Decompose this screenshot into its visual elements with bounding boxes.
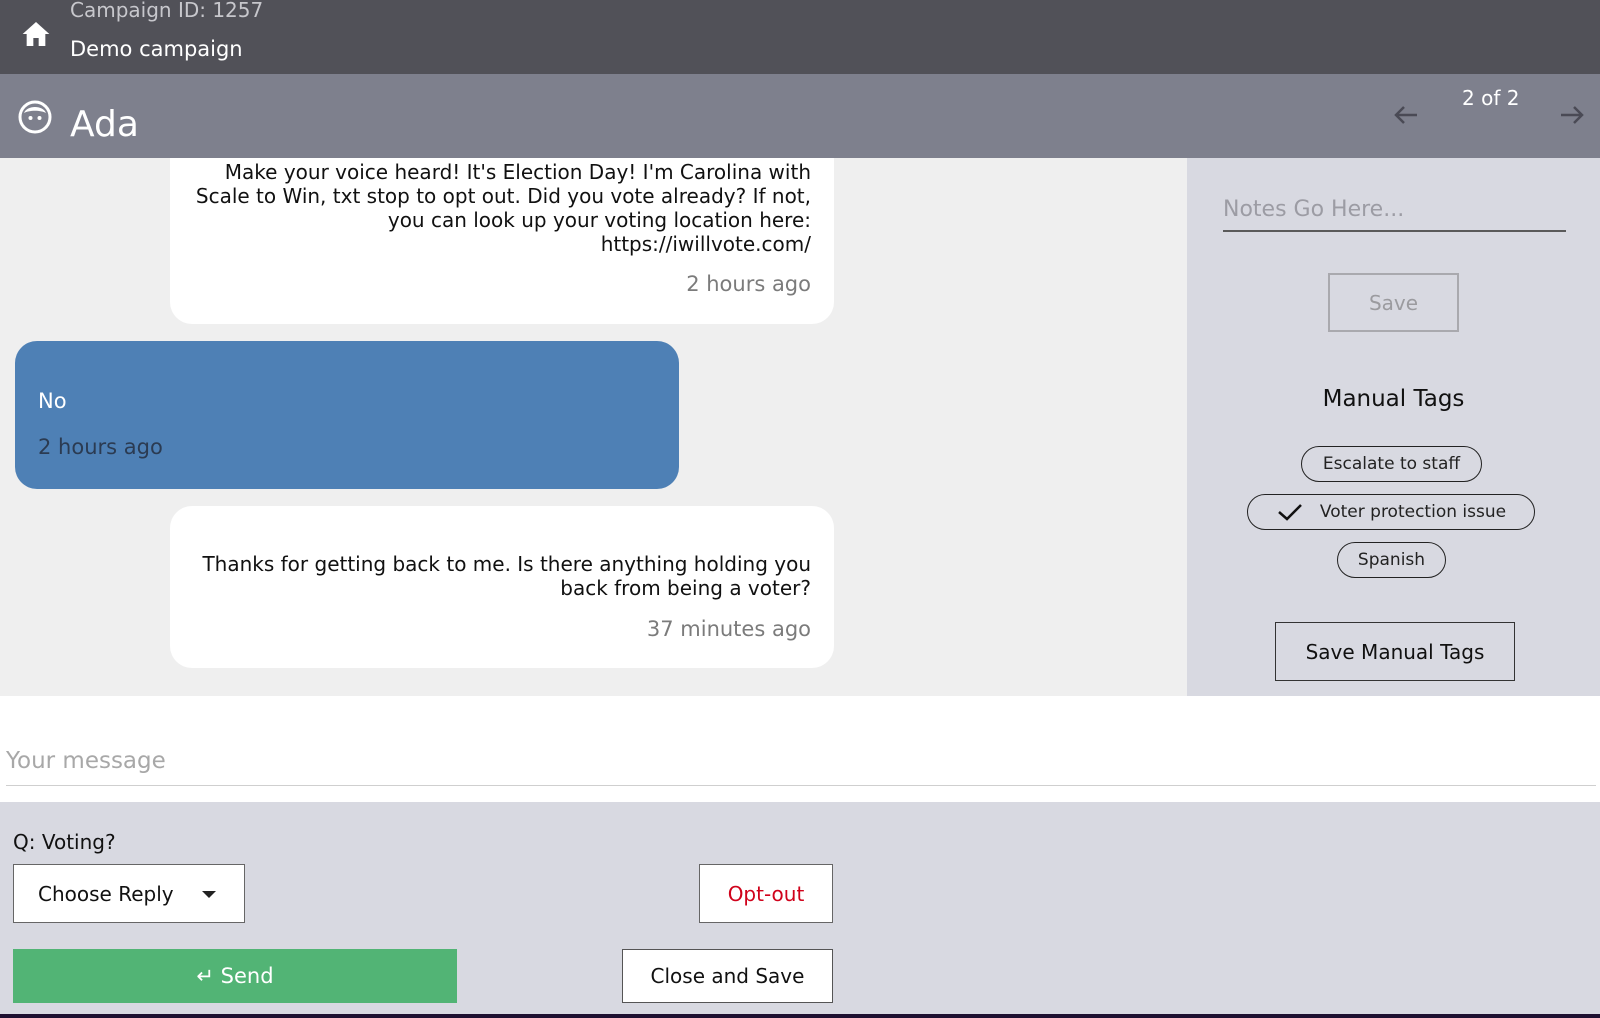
next-arrow-icon[interactable] — [1555, 98, 1589, 132]
message-thread: Make your voice heard! It's Election Day… — [0, 158, 1187, 696]
message-text-line: Make your voice heard! It's Election Day… — [224, 160, 811, 184]
caret-down-icon — [202, 891, 216, 898]
message-timestamp: 2 hours ago — [686, 272, 811, 296]
message-text-line: https://iwillvote.com/ — [600, 232, 811, 256]
message-text-line: Thanks for getting back to me. Is there … — [202, 552, 811, 576]
message-text: No — [38, 389, 67, 413]
message-composer — [0, 696, 1600, 802]
choose-reply-label: Choose Reply — [38, 881, 174, 906]
contact-name: Ada — [70, 104, 139, 145]
notes-input[interactable] — [1223, 188, 1566, 232]
opt-out-button[interactable]: Opt-out — [699, 864, 833, 923]
message-text-line: back from being a voter? — [560, 576, 811, 600]
outgoing-message: Make your voice heard! It's Election Day… — [170, 158, 834, 324]
tag-chip-voter-protection-issue[interactable]: Voter protection issue — [1247, 494, 1535, 530]
tag-label: Escalate to staff — [1322, 453, 1461, 474]
tag-chip-escalate-to-staff[interactable]: Escalate to staff — [1301, 446, 1482, 482]
outgoing-message: Thanks for getting back to me. Is there … — [170, 506, 834, 668]
conversation-pager: 2 of 2 — [1462, 86, 1520, 110]
message-text-line: Scale to Win, txt stop to opt out. Did y… — [195, 184, 811, 208]
reply-actions: Q: Voting? Choose Reply Opt-out ↵ Send C… — [0, 802, 1600, 1014]
tag-label: Voter protection issue — [1319, 501, 1507, 522]
save-notes-button[interactable]: Save — [1328, 273, 1459, 332]
message-text-line: you can look up your voting location her… — [387, 208, 811, 232]
save-manual-tags-button[interactable]: Save Manual Tags — [1275, 622, 1515, 681]
tag-label: Spanish — [1357, 549, 1426, 570]
send-button[interactable]: ↵ Send — [13, 949, 457, 1003]
manual-tags-title: Manual Tags — [1322, 386, 1465, 412]
checkmark-icon — [1278, 503, 1302, 521]
question-label: Q: Voting? — [13, 830, 116, 854]
texting-app: Campaign ID: 1257 Demo campaign Ada 2 of… — [0, 0, 1600, 1014]
close-and-save-button[interactable]: Close and Save — [622, 949, 833, 1003]
campaign-name: Demo campaign — [70, 37, 243, 61]
choose-reply-dropdown[interactable]: Choose Reply — [13, 864, 245, 923]
campaign-header: Campaign ID: 1257 Demo campaign — [0, 0, 1600, 74]
message-timestamp: 2 hours ago — [38, 435, 163, 459]
face-icon — [18, 100, 52, 134]
incoming-message: No 2 hours ago — [15, 341, 679, 489]
message-timestamp: 37 minutes ago — [646, 617, 811, 641]
campaign-id: Campaign ID: 1257 — [70, 0, 264, 22]
tag-chip-spanish[interactable]: Spanish — [1337, 542, 1446, 578]
contact-bar: Ada 2 of 2 — [0, 74, 1600, 158]
home-icon[interactable] — [20, 18, 52, 50]
previous-arrow-icon[interactable] — [1389, 98, 1423, 132]
message-input[interactable] — [6, 736, 1596, 786]
contact-side-panel: Save Manual Tags Escalate to staff Voter… — [1187, 158, 1600, 696]
